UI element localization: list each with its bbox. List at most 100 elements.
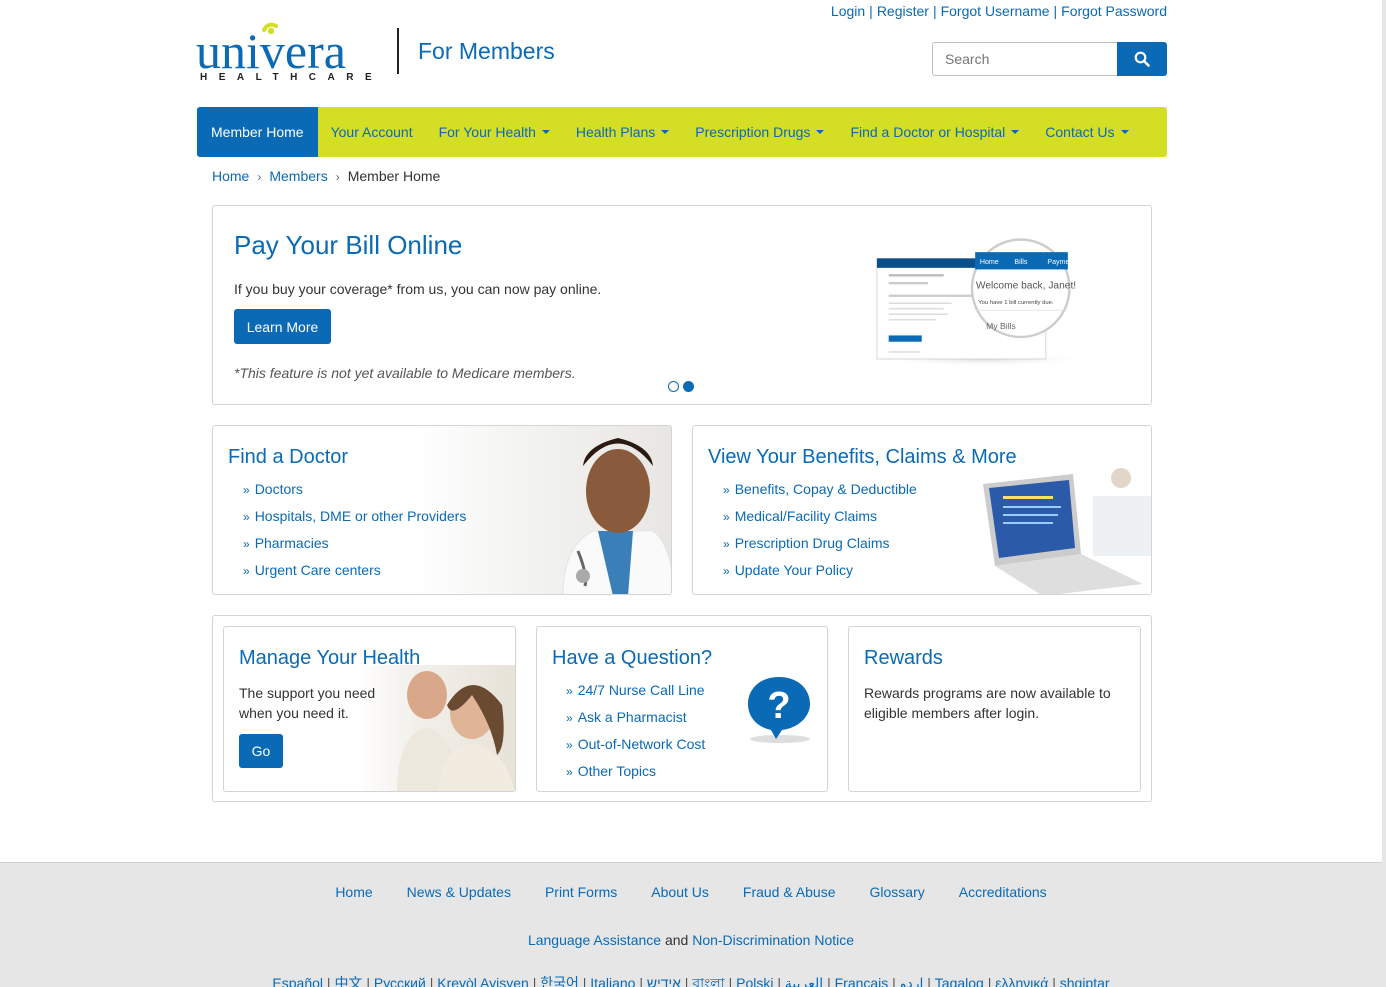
question-mark: ? xyxy=(767,685,790,727)
lang-link[interactable]: ελληνικά xyxy=(995,975,1048,987)
art-tab-home: Home xyxy=(980,259,999,266)
lang-link[interactable]: বাংলা xyxy=(692,975,724,987)
footer-link-print-forms[interactable]: Print Forms xyxy=(545,884,617,900)
lang-link[interactable]: 中文 xyxy=(334,975,362,987)
question-title: Have a Question? xyxy=(552,647,713,669)
lang-link[interactable]: Русский xyxy=(374,975,426,987)
rewards-title: Rewards xyxy=(864,647,943,669)
utility-links: Login | Register | Forgot Username | Forgot Pa… xyxy=(820,3,1167,21)
list-item[interactable]: » Update Your Policy xyxy=(723,560,917,587)
list-item[interactable]: » Prescription Drug Claims xyxy=(723,533,917,560)
list-item[interactable]: » Doctors xyxy=(243,479,466,506)
list-item[interactable]: » Benefits, Copay & Deductible xyxy=(723,479,917,506)
footer-link-home[interactable]: Home xyxy=(335,884,372,900)
list-item[interactable]: » Medical/Facility Claims xyxy=(723,506,917,533)
login-link[interactable]: Login xyxy=(827,3,869,19)
lang-link[interactable]: Tagalog xyxy=(935,975,984,987)
carousel-dot-1[interactable] xyxy=(668,381,679,392)
nav-find-doctor[interactable]: Find a Doctor or Hospital xyxy=(837,107,1032,157)
lang-link[interactable]: Polski xyxy=(736,975,773,987)
double-chevron-right-icon: » xyxy=(723,483,730,497)
lang-link[interactable]: Español xyxy=(272,975,323,987)
chevron-down-icon xyxy=(661,130,670,134)
benefits-title: View Your Benefits, Claims & More xyxy=(708,446,1017,468)
nav-your-account[interactable]: Your Account xyxy=(318,107,426,157)
non-discrimination-link[interactable]: Non-Discrimination Notice xyxy=(692,932,854,948)
lang-link[interactable]: Kreyòl Ayisyen xyxy=(437,975,529,987)
rewards-line1: Rewards programs are now available to xyxy=(864,685,1111,701)
footer-links: Home News & Updates Print Forms About Us… xyxy=(0,884,1382,900)
lang-link[interactable]: אידיש xyxy=(647,975,681,987)
nav-for-your-health[interactable]: For Your Health xyxy=(426,107,563,157)
lang-link[interactable]: Français xyxy=(835,975,889,987)
nav-health-plans[interactable]: Health Plans xyxy=(563,107,682,157)
double-chevron-right-icon: » xyxy=(243,537,250,551)
question-links: » 24/7 Nurse Call Line » Ask a Pharmacist … xyxy=(566,680,705,788)
double-chevron-right-icon: » xyxy=(723,564,730,578)
double-chevron-right-icon: » xyxy=(723,510,730,524)
lang-link[interactable]: العربية xyxy=(785,975,823,987)
rewards-card: Rewards Rewards programs are now availab… xyxy=(848,626,1141,792)
footer: Home News & Updates Print Forms About Us… xyxy=(0,862,1382,987)
forgot-password-link[interactable]: Forgot Password xyxy=(1057,3,1167,19)
chevron-down-icon xyxy=(1011,130,1020,134)
question-bubble-icon: ? xyxy=(748,677,810,743)
hero-carousel: Pay Your Bill Online If you buy your cov… xyxy=(212,205,1152,405)
rewards-line2: eligible members after login. xyxy=(864,705,1040,721)
benefits-links: » Benefits, Copay & Deductible » Medical/F… xyxy=(723,479,917,587)
lang-link[interactable]: Italiano xyxy=(590,975,635,987)
lang-link[interactable]: shqiptar xyxy=(1060,975,1110,987)
footer-link-about[interactable]: About Us xyxy=(651,884,709,900)
manage-health-line1: The support you need xyxy=(239,685,376,701)
logo-wordmark: univera xyxy=(196,23,346,79)
register-link[interactable]: Register xyxy=(873,3,933,19)
carousel-dot-2[interactable] xyxy=(683,381,694,392)
find-doctor-links: » Doctors » Hospitals, DME or other Provid… xyxy=(243,479,466,587)
go-button[interactable]: Go xyxy=(239,734,283,768)
footer-link-accreditations[interactable]: Accreditations xyxy=(959,884,1047,900)
chevron-down-icon xyxy=(816,130,825,134)
double-chevron-right-icon: » xyxy=(566,765,573,779)
site-title: For Members xyxy=(418,38,555,64)
list-item[interactable]: » Hospitals, DME or other Providers xyxy=(243,506,466,533)
art-tab-payments: Payme xyxy=(1047,259,1069,266)
nav-prescription-drugs[interactable]: Prescription Drugs xyxy=(682,107,837,157)
manage-health-line2: when you need it. xyxy=(239,705,349,721)
language-assistance-link[interactable]: Language Assistance xyxy=(528,932,661,948)
list-item[interactable]: » Other Topics xyxy=(566,761,705,788)
list-item[interactable]: » Pharmacies xyxy=(243,533,466,560)
footer-link-glossary[interactable]: Glossary xyxy=(870,884,925,900)
hero-description: If you buy your coverage* from us, you c… xyxy=(234,281,602,297)
nav-member-home[interactable]: Member Home xyxy=(197,107,318,157)
bill-pay-screenshot-image: Home Bills Payme Welcome back, Janet! Yo… xyxy=(873,238,1093,367)
nav-contact-us[interactable]: Contact Us xyxy=(1032,107,1141,157)
double-chevron-right-icon: » xyxy=(723,537,730,551)
breadcrumb-current: Member Home xyxy=(347,168,441,184)
search-icon xyxy=(1134,51,1150,67)
forgot-username-link[interactable]: Forgot Username xyxy=(937,3,1054,19)
search-button[interactable] xyxy=(1117,42,1167,76)
list-item[interactable]: » Ask a Pharmacist xyxy=(566,707,705,734)
list-item[interactable]: » Urgent Care centers xyxy=(243,560,466,587)
couple-photo xyxy=(357,665,515,791)
search-input[interactable] xyxy=(932,42,1118,76)
learn-more-button[interactable]: Learn More xyxy=(234,309,331,344)
univera-logo[interactable]: univera HEALTHCARE xyxy=(196,20,388,83)
laptop-photo xyxy=(973,456,1151,594)
footer-link-news[interactable]: News & Updates xyxy=(407,884,511,900)
hero-note: *This feature is not yet available to Me… xyxy=(234,365,576,381)
page-scrollbar[interactable] xyxy=(1382,0,1386,987)
notice-and-text: and xyxy=(664,932,689,948)
footer-link-fraud[interactable]: Fraud & Abuse xyxy=(743,884,836,900)
double-chevron-right-icon: » xyxy=(566,711,573,725)
find-doctor-title: Find a Doctor xyxy=(228,446,349,468)
list-item[interactable]: » Out-of-Network Cost xyxy=(566,734,705,761)
lang-link[interactable]: اردو xyxy=(900,975,924,987)
breadcrumb-home[interactable]: Home xyxy=(212,168,249,184)
double-chevron-right-icon: » xyxy=(566,738,573,752)
lang-link[interactable]: 한국어 xyxy=(540,975,579,987)
breadcrumb-members[interactable]: Members xyxy=(269,168,327,184)
hero-title: Pay Your Bill Online xyxy=(234,230,463,260)
chevron-down-icon xyxy=(1120,130,1129,134)
list-item[interactable]: » 24/7 Nurse Call Line xyxy=(566,680,705,707)
